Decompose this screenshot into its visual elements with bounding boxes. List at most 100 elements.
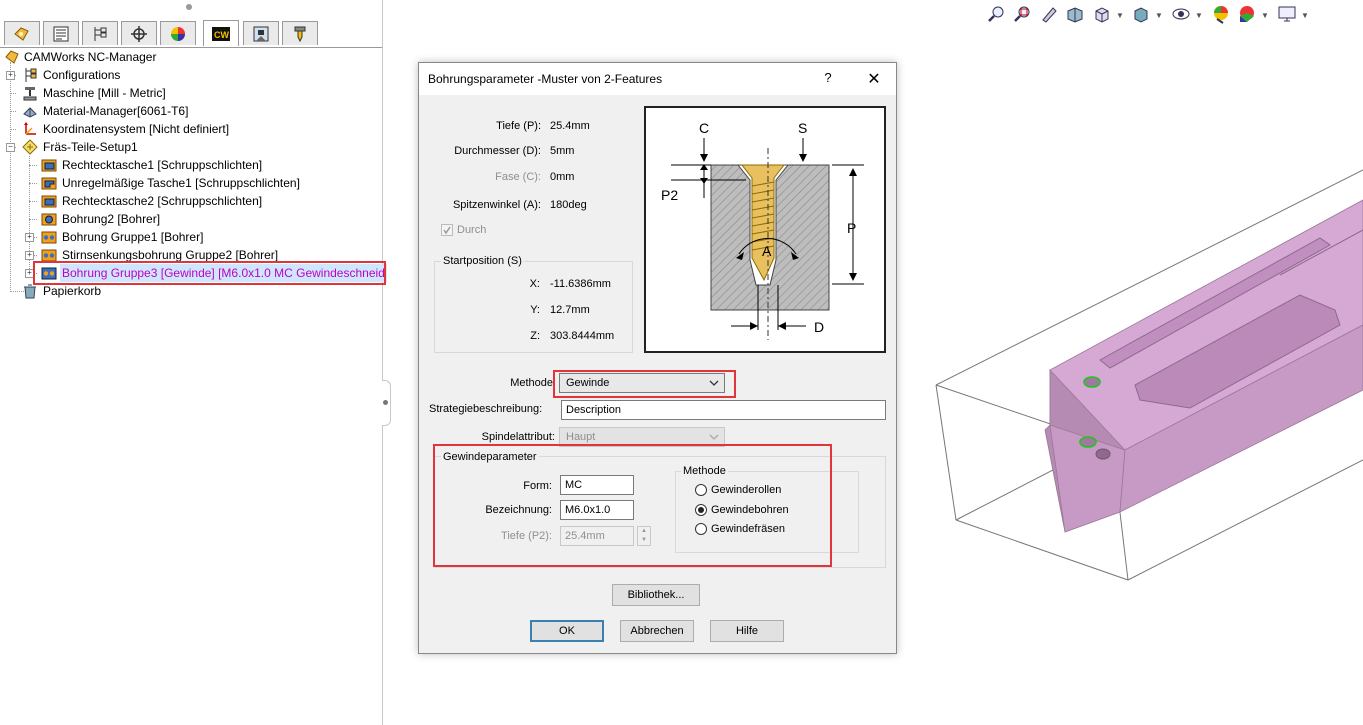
strategy-field[interactable]: Description — [561, 400, 886, 420]
tab-camworks-feature-tree[interactable]: CW — [203, 20, 239, 46]
through-label: Durch — [457, 224, 487, 236]
hole-feature-icon — [41, 213, 57, 226]
chamfer-label: Fase (C): — [495, 171, 541, 183]
tip-angle-value: 180deg — [550, 199, 587, 211]
display-style-icon[interactable] — [1131, 4, 1151, 24]
chevron-down-icon[interactable]: ▼ — [1195, 11, 1203, 20]
checkmark-icon — [443, 226, 451, 235]
pocket-feature-icon — [41, 195, 57, 208]
tree-item-label: Fräs-Teile-Setup1 — [43, 140, 138, 154]
cancel-button[interactable]: Abbrechen — [620, 620, 694, 642]
y-label: Y: — [530, 304, 540, 316]
configuration-manager-icon — [94, 26, 107, 41]
expand-icon[interactable]: + — [25, 233, 34, 242]
zoom-to-area-icon[interactable] — [1013, 4, 1033, 24]
diagram-label-a: A — [762, 243, 772, 259]
panel-grip[interactable] — [186, 4, 192, 10]
z-label: Z: — [530, 330, 540, 342]
tab-camworks-tool-tree[interactable] — [282, 21, 318, 45]
machine-icon — [23, 87, 37, 101]
property-manager-icon — [53, 26, 69, 41]
highlight-box-method — [553, 370, 736, 398]
chamfer-value: 0mm — [550, 171, 575, 183]
selected-hole-1[interactable] — [1083, 376, 1101, 388]
depth-label: Tiefe (P): — [496, 120, 541, 132]
tree-item-label: Unregelmäßige Tasche1 [Schruppschlichten… — [62, 176, 300, 190]
ok-button[interactable]: OK — [530, 620, 604, 642]
expand-icon[interactable]: + — [6, 71, 15, 80]
highlight-box-thread-parameters — [433, 444, 832, 567]
view-settings-icon[interactable] — [1277, 4, 1297, 24]
diagram-label-p2: P2 — [661, 187, 678, 203]
section-view-icon[interactable] — [1065, 4, 1085, 24]
tip-angle-label: Spitzenwinkel (A): — [452, 199, 541, 211]
previous-view-icon[interactable] — [1039, 4, 1059, 24]
pocket-feature-icon — [41, 159, 57, 172]
hole-parameters-dialog: Bohrungsparameter -Muster von 2-Features… — [418, 62, 897, 654]
feature-tree-panel: CW CAMWorks NC-Manager + Configurations … — [0, 0, 387, 725]
close-icon[interactable]: ✕ — [863, 69, 885, 89]
help-icon[interactable]: ? — [819, 70, 837, 88]
tree-item-label: Material-Manager[6061-T6] — [43, 104, 189, 118]
diagram-label-p: P — [847, 220, 856, 236]
diagram-label-d: D — [814, 319, 824, 335]
manager-tabbar: CW — [0, 20, 382, 48]
feature-manager-icon — [14, 26, 29, 41]
diagram-label-s: S — [798, 120, 807, 136]
view-orientation-icon[interactable] — [1092, 4, 1112, 24]
tab-camworks-operation-tree[interactable] — [243, 21, 279, 45]
chevron-down-icon[interactable]: ▼ — [1301, 11, 1309, 20]
start-position-title: Startposition (S) — [441, 255, 524, 267]
chevron-down-icon[interactable]: ▼ — [1155, 11, 1163, 20]
hide-show-items-icon[interactable] — [1171, 4, 1191, 24]
tab-property-manager[interactable] — [43, 21, 79, 45]
highlight-box-tree-item — [33, 261, 386, 285]
tab-feature-manager[interactable] — [4, 21, 40, 45]
coordinate-system-icon — [24, 122, 36, 135]
x-value: -11.6386mm — [550, 278, 611, 290]
selected-hole-2[interactable] — [1079, 436, 1097, 448]
chevron-down-icon[interactable]: ▼ — [1261, 11, 1269, 20]
dialog-titlebar[interactable]: Bohrungsparameter -Muster von 2-Features… — [419, 63, 896, 95]
through-checkbox[interactable] — [441, 224, 453, 236]
recycle-bin-icon — [24, 284, 36, 299]
camworks-feature-tree-icon: CW — [212, 26, 230, 41]
dialog-title: Bohrungsparameter -Muster von 2-Features — [428, 72, 663, 86]
apply-scene-icon[interactable] — [1237, 4, 1257, 24]
camworks-nc-manager-icon — [5, 50, 19, 64]
diameter-value: 5mm — [550, 145, 575, 157]
tree-item-label: Rechtecktasche1 [Schruppschlichten] — [62, 158, 263, 172]
tree-item-label: Configurations — [43, 68, 121, 82]
y-value: 12.7mm — [550, 304, 590, 316]
tree-item-label: Maschine [Mill - Metric] — [43, 86, 166, 100]
chevron-down-icon[interactable]: ▼ — [1116, 11, 1124, 20]
camworks-operation-tree-icon — [253, 26, 269, 41]
strategy-label: Strategiebeschreibung: — [429, 403, 543, 415]
tree-item-label: Rechtecktasche2 [Schruppschlichten] — [62, 194, 263, 208]
zoom-to-fit-icon[interactable] — [987, 4, 1007, 24]
library-button[interactable]: Bibliothek... — [612, 584, 700, 606]
pocket-feature-icon — [41, 177, 57, 190]
spindle-dropdown-value: Haupt — [566, 431, 596, 443]
help-button[interactable]: Hilfe — [710, 620, 784, 642]
depth-value: 25.4mm — [550, 120, 590, 132]
dimxpert-icon — [131, 25, 147, 42]
tab-configuration-manager[interactable] — [82, 21, 118, 45]
display-manager-icon — [171, 26, 185, 41]
edit-appearance-icon[interactable] — [1211, 4, 1231, 24]
tree-item-label: Koordinatensystem [Nicht definiert] — [43, 122, 230, 136]
hole — [1095, 448, 1111, 460]
tree-root-label: CAMWorks NC-Manager — [24, 50, 157, 64]
tree-item-label: Bohrung Gruppe1 [Bohrer] — [62, 230, 204, 244]
spindle-label: Spindelattribut: — [481, 431, 555, 443]
collapse-icon[interactable]: − — [6, 143, 15, 152]
tab-dimxpert[interactable] — [121, 21, 157, 45]
graphics-viewport[interactable] — [900, 40, 1363, 725]
chevron-down-icon — [709, 434, 719, 440]
expand-icon[interactable]: + — [25, 251, 34, 260]
panel-splitter-handle[interactable] — [382, 380, 391, 426]
setup-icon — [22, 139, 38, 155]
material-icon — [23, 107, 37, 118]
tab-display-manager[interactable] — [160, 21, 196, 45]
method-label: Methode — [510, 377, 553, 389]
